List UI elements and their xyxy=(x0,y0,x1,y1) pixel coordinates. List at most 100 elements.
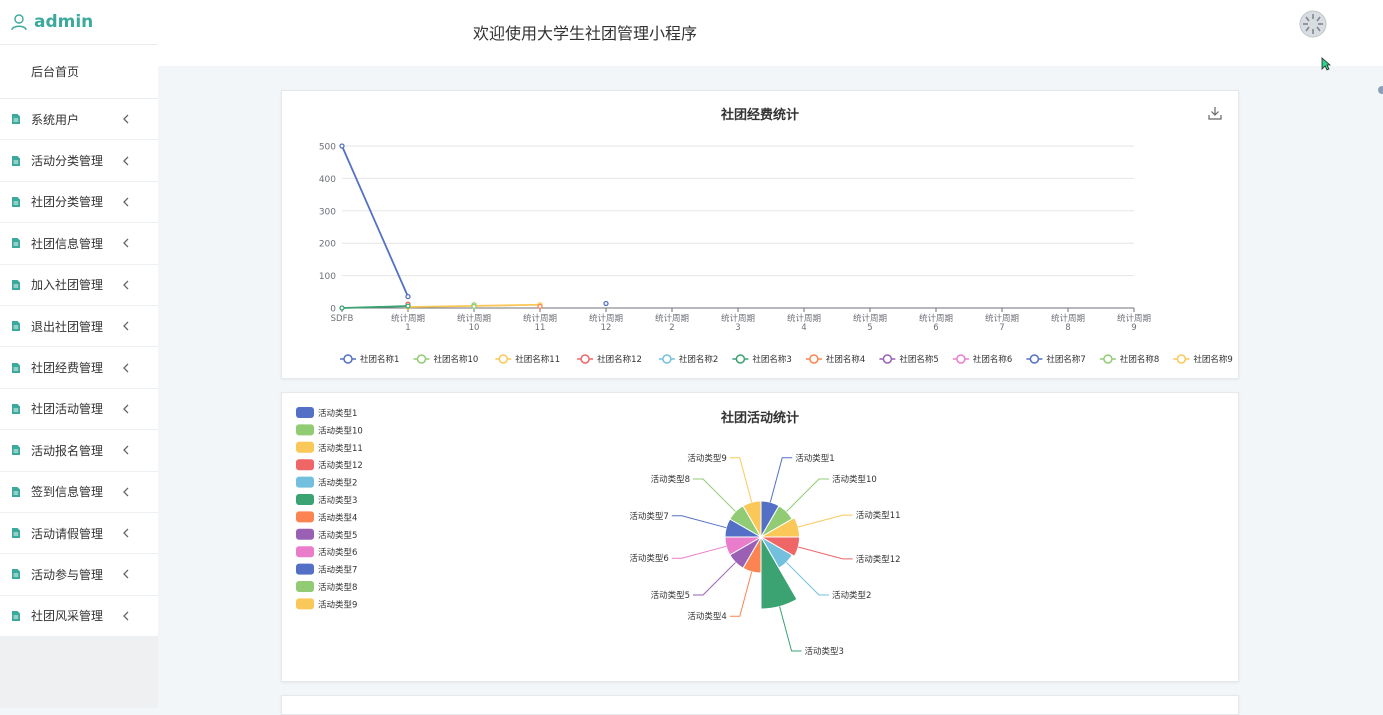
header: 欢迎使用大学生社团管理小程序 xyxy=(158,0,1383,71)
legend-item: 社团名称3 xyxy=(732,354,792,365)
sidebar-item[interactable]: 活动请假管理 xyxy=(0,513,158,555)
x-tick-label-line: 8 xyxy=(1065,323,1070,333)
doc-icon xyxy=(12,196,20,207)
pie-label-line xyxy=(729,571,753,617)
pie-label: 活动类型6 xyxy=(629,553,668,564)
sidebar-item-label: 活动报名管理 xyxy=(31,443,104,458)
legend-label: 社团名称4 xyxy=(826,354,865,365)
legend-label: 社团名称8 xyxy=(1120,354,1159,365)
legend-marker xyxy=(416,354,427,364)
pie-label: 活动类型11 xyxy=(856,510,901,521)
legend-swatch xyxy=(296,476,314,488)
sidebar-item-label: 活动参与管理 xyxy=(31,567,104,582)
fee-line-chart: 0 100 200 300 400 500 SDFB 统计周期 1 统计周期 10 统计周期 11 统计周… xyxy=(319,143,1233,366)
legend-swatch xyxy=(296,581,314,592)
brand[interactable]: admin xyxy=(0,0,158,45)
fee-chart-panel: 社团经费统计 0 100 200 300 400 500 SDFB 统计周期 1 统计周期 10 统计… xyxy=(281,90,1239,379)
legend-marker xyxy=(498,354,509,364)
chevron-left-icon xyxy=(123,238,129,248)
sidebar-item[interactable]: 社团活动管理 xyxy=(0,389,158,431)
sidebar-item-label: 系统用户 xyxy=(31,112,80,127)
legend-label: 活动类型7 xyxy=(318,565,357,576)
x-tick-label-line: 4 xyxy=(801,323,806,333)
scroll-indicator[interactable] xyxy=(1378,86,1383,94)
pie-label-line xyxy=(786,562,829,596)
sidebar-item-label: 社团风采管理 xyxy=(31,609,104,624)
sidebar-item[interactable]: 系统用户 xyxy=(0,99,158,141)
sidebar-item-label: 活动分类管理 xyxy=(31,154,104,169)
sidebar-item[interactable]: 活动分类管理 xyxy=(0,140,158,182)
legend-label: 活动类型8 xyxy=(318,582,357,593)
x-tick-label: 统计周期 12 xyxy=(589,313,623,333)
legend-label: 社团名称6 xyxy=(973,354,1012,365)
sidebar-item-label: 社团信息管理 xyxy=(31,236,104,251)
legend-swatch xyxy=(296,598,314,610)
sidebar-item[interactable]: 社团信息管理 xyxy=(0,223,158,265)
series-line xyxy=(341,145,409,298)
chevron-left-icon xyxy=(123,321,129,331)
doc-icon xyxy=(12,321,20,332)
legend-item: 社团名称1 xyxy=(340,354,399,365)
y-tick-label: 0 xyxy=(330,305,336,315)
series-point xyxy=(603,300,609,307)
sidebar-item[interactable]: 加入社团管理 xyxy=(0,265,158,306)
sidebar-item[interactable]: 退出社团管理 xyxy=(0,306,158,348)
doc-icon xyxy=(12,486,20,497)
legend-label: 活动类型6 xyxy=(318,547,357,558)
sidebar-item-label: 加入社团管理 xyxy=(31,278,104,293)
legend-swatch xyxy=(296,441,314,453)
sidebar-item[interactable]: 社团风采管理 xyxy=(0,596,158,638)
legend-marker xyxy=(882,354,893,364)
x-tick-label-line: 5 xyxy=(867,323,872,333)
pie-label-line xyxy=(729,457,753,503)
y-tick-label: 300 xyxy=(319,207,336,217)
pie-label: 活动类型2 xyxy=(832,590,871,601)
legend-item: 社团名称6 xyxy=(952,354,1012,365)
x-tick-label-line: 6 xyxy=(933,323,938,333)
x-tick-label-line: 10 xyxy=(469,323,480,333)
legend-label: 活动类型1 xyxy=(318,408,357,419)
sidebar-item[interactable]: 活动报名管理 xyxy=(0,430,158,472)
cursor-icon xyxy=(1321,57,1331,71)
x-tick-label: 统计周期 7 xyxy=(985,313,1019,333)
sidebar-item[interactable]: 社团分类管理 xyxy=(0,182,158,224)
legend-label: 活动类型2 xyxy=(318,478,357,489)
sidebar-item-label: 退出社团管理 xyxy=(31,319,104,334)
x-tick-label: 统计周期 2 xyxy=(655,313,689,333)
legend-item: 社团名称9 xyxy=(1173,354,1233,365)
sidebar-menu: 系统用户活动分类管理社团分类管理社团信息管理 加入社团管理 退出社团管理社团经费管理… xyxy=(0,99,158,638)
pie-label: 活动类型4 xyxy=(687,611,726,622)
pie-label: 活动类型5 xyxy=(651,590,690,601)
doc-icon xyxy=(12,445,20,456)
sidebar-item[interactable]: 签到信息管理 xyxy=(0,472,158,513)
doc-icon xyxy=(12,569,20,580)
legend-swatch xyxy=(296,424,314,436)
x-tick-label: 统计周期 5 xyxy=(853,313,887,333)
series-point xyxy=(339,305,345,311)
x-tick-label: 统计周期 1 xyxy=(391,313,425,333)
legend-label: 活动类型3 xyxy=(318,495,357,506)
home-link[interactable]: 后台首页 xyxy=(0,45,158,99)
chevron-left-icon xyxy=(123,487,129,497)
pie-label-line xyxy=(671,515,727,529)
pie-label-line xyxy=(798,514,853,528)
chevron-left-icon xyxy=(123,114,129,124)
x-tick-label: 统计周期 4 xyxy=(787,313,821,333)
legend-label: 活动类型4 xyxy=(318,512,357,523)
legend-marker xyxy=(1103,354,1113,364)
sidebar-item[interactable]: 活动参与管理 xyxy=(0,554,158,596)
doc-icon xyxy=(12,238,20,249)
legend-label: 社团名称10 xyxy=(434,354,479,365)
avatar-icon[interactable] xyxy=(1299,10,1327,38)
legend-label: 活动类型9 xyxy=(318,599,357,610)
legend-label: 社团名称5 xyxy=(899,354,938,365)
doc-icon xyxy=(12,114,20,125)
legend-label: 社团名称2 xyxy=(679,354,718,365)
sidebar-item-label: 活动请假管理 xyxy=(31,526,104,541)
legend-swatch xyxy=(296,546,314,558)
legend-swatch xyxy=(296,459,314,471)
legend-item: 社团名称11 xyxy=(495,354,560,365)
user-icon xyxy=(11,14,27,31)
sidebar-item[interactable]: 社团经费管理 xyxy=(0,347,158,389)
x-tick-label-line: 9 xyxy=(1131,323,1136,333)
